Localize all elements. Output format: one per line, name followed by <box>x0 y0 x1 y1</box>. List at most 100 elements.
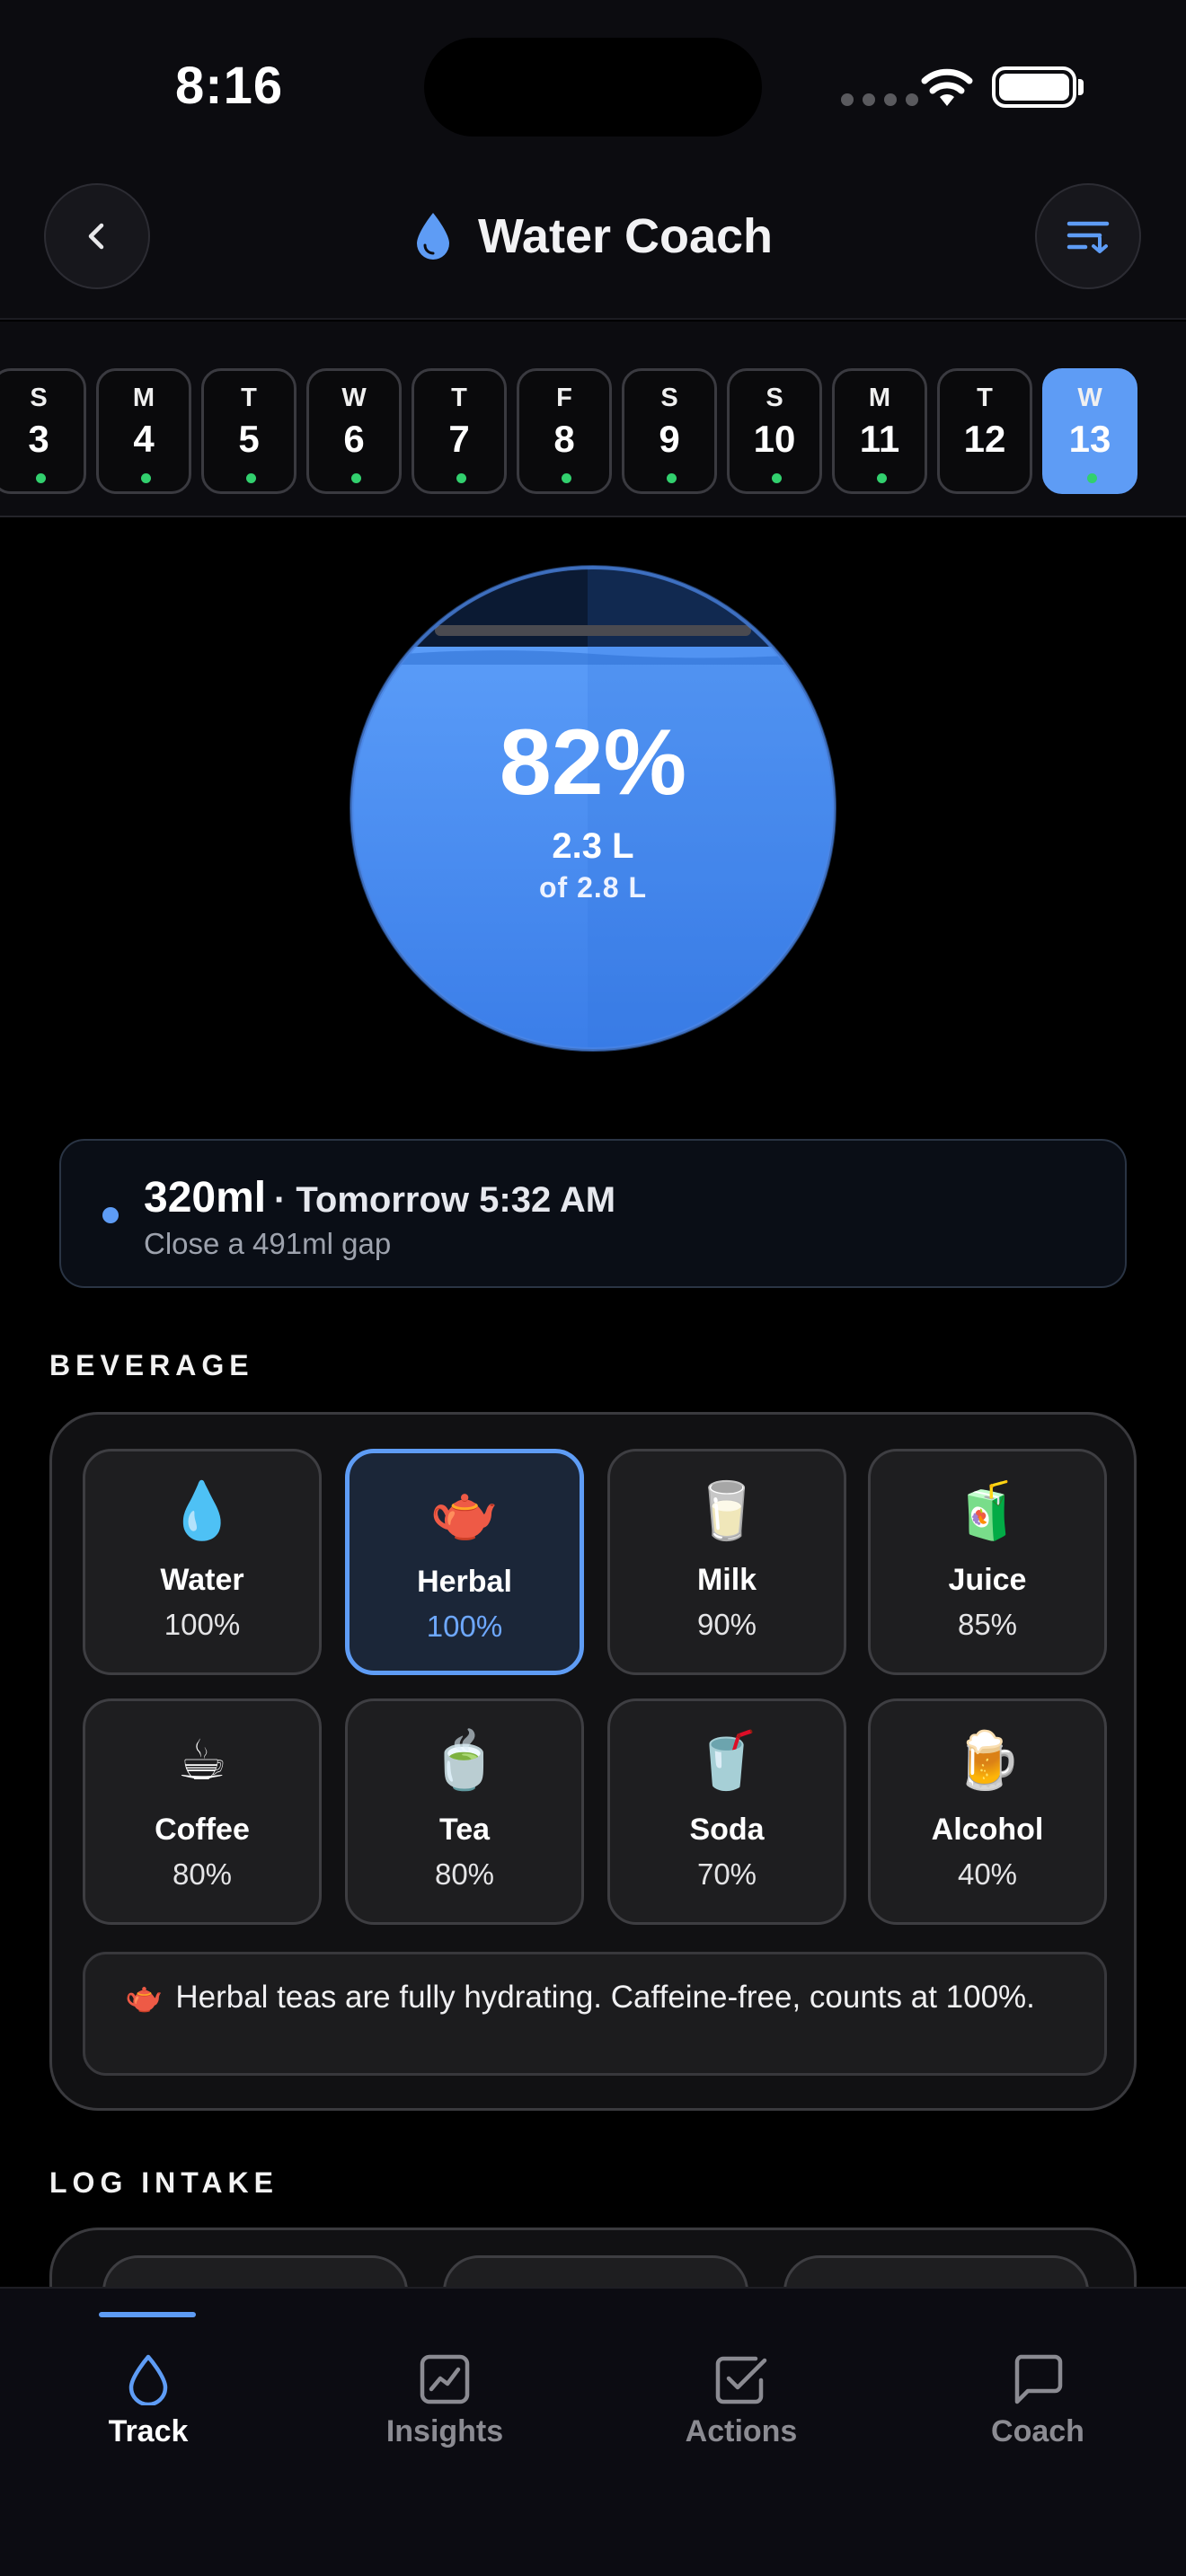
logged-indicator-dot <box>667 473 677 483</box>
tea-icon: 🍵 <box>429 1730 500 1792</box>
header-title-group: Water Coach <box>0 171 1186 302</box>
tab-label: Actions <box>685 2414 798 2448</box>
tab-label: Coach <box>991 2414 1084 2448</box>
date-weekday: F <box>556 384 572 412</box>
beverage-hydration-percent: 80% <box>172 1857 233 1891</box>
date-weekday: T <box>977 384 993 412</box>
tab-label: Insights <box>385 2414 504 2448</box>
logged-indicator-dot <box>141 473 151 483</box>
date-weekday: W <box>1077 384 1102 412</box>
wifi-icon <box>921 68 973 106</box>
date-weekday: T <box>451 384 467 412</box>
juice-icon: 🧃 <box>952 1480 1022 1542</box>
date-weekday: W <box>341 384 367 412</box>
date-number: 13 <box>1068 418 1111 460</box>
date-weekday: S <box>30 384 48 412</box>
beverage-option-water[interactable]: 💧 Water 100% <box>83 1449 322 1675</box>
beverage-hydration-percent: 100% <box>426 1610 503 1643</box>
date-weekday: M <box>868 384 891 412</box>
dynamic-island <box>424 38 762 137</box>
beverage-option-milk[interactable]: 🥛 Milk 90% <box>607 1449 846 1675</box>
beverage-name: Tea <box>438 1813 491 1847</box>
beverage-hydration-percent: 90% <box>696 1608 757 1641</box>
logged-indicator-dot <box>1087 473 1097 483</box>
battery-icon <box>992 66 1076 108</box>
logged-indicator-dot <box>877 473 887 483</box>
beverage-name: Milk <box>696 1563 757 1597</box>
date-chip[interactable]: M4 <box>96 368 191 494</box>
tab-bar: Track Insights Actions Coach <box>0 2287 1186 2576</box>
next-reminder-card[interactable]: 320ml · Tomorrow 5:32 AM Close a 491ml g… <box>59 1139 1127 1288</box>
beverage-name: Water <box>160 1563 244 1597</box>
date-number: 3 <box>28 418 49 460</box>
beverage-name: Herbal <box>417 1565 512 1599</box>
date-number: 11 <box>859 418 900 460</box>
date-chip[interactable]: W6 <box>306 368 402 494</box>
date-chip[interactable]: T7 <box>412 368 507 494</box>
date-weekday: M <box>132 384 155 412</box>
intake-amount: 2.3 L <box>552 826 634 866</box>
date-number: 6 <box>343 418 365 460</box>
beverage-option-alcohol[interactable]: 🍺 Alcohol 40% <box>868 1698 1107 1925</box>
reminder-headline: 320ml · Tomorrow 5:32 AM <box>144 1173 615 1222</box>
date-chip[interactable]: S9 <box>622 368 717 494</box>
date-weekday: T <box>241 384 257 412</box>
date-strip[interactable]: S 3 M 4 T 5 W 6 T 7 F 8 S 9 S 10 M 11 T 12 W 13 <box>0 322 1186 517</box>
tab-actions[interactable]: Actions <box>593 2289 890 2486</box>
logged-indicator-dot <box>772 473 782 483</box>
date-weekday: S <box>660 384 678 412</box>
beverage-option-coffee[interactable]: ☕ Coffee 80% <box>83 1698 322 1925</box>
logged-indicator-dot <box>351 473 361 483</box>
date-number: 9 <box>659 418 680 460</box>
beverage-hydration-percent: 100% <box>164 1608 241 1641</box>
beverage-option-soda[interactable]: 🥤 Soda 70% <box>607 1698 846 1925</box>
reminder-amount: 320ml <box>144 1174 267 1222</box>
beverage-name: Juice <box>948 1563 1027 1597</box>
status-bar: 8:16 <box>0 0 1186 171</box>
filter-list-icon <box>1067 221 1110 253</box>
water-drop-icon <box>416 213 449 260</box>
date-chip[interactable]: T5 <box>201 368 296 494</box>
beverage-hydration-percent: 70% <box>696 1857 757 1891</box>
beverage-name: Alcohol <box>931 1813 1044 1847</box>
chat-icon <box>1014 2354 1063 2404</box>
beverage-tip-text: Herbal teas are fully hydrating. Caffein… <box>175 1980 1035 2015</box>
status-time: 8:16 <box>175 57 284 115</box>
date-chip[interactable]: S3 <box>0 368 86 494</box>
date-chip[interactable]: F8 <box>517 368 612 494</box>
herbal-icon: 🫖 <box>429 1482 500 1544</box>
logged-indicator-dot <box>562 473 571 483</box>
tab-label: Track <box>108 2414 189 2448</box>
app-header: Water Coach <box>0 171 1186 320</box>
coffee-icon: ☕ <box>177 1730 227 1792</box>
filter-menu-button[interactable] <box>1035 183 1141 289</box>
checkbox-icon <box>715 2356 767 2404</box>
date-number: 10 <box>753 418 796 460</box>
reminder-dot <box>102 1207 119 1223</box>
date-chip[interactable]: S 10 <box>727 368 822 494</box>
beverage-option-tea[interactable]: 🍵 Tea 80% <box>345 1698 584 1925</box>
date-number: 4 <box>133 418 155 460</box>
page-title: Water Coach <box>477 209 774 263</box>
beverage-hydration-percent: 85% <box>957 1608 1018 1641</box>
date-chip[interactable]: W 13 <box>1042 368 1137 494</box>
beverage-tip: 🫖 Herbal teas are fully hydrating. Caffei… <box>83 1952 1107 2076</box>
tab-coach[interactable]: Coach <box>890 2289 1186 2486</box>
log-intake-section-label: LOG INTAKE <box>49 2166 279 2199</box>
daily-goal: of 2.8 L <box>538 871 647 904</box>
beverage-name: Coffee <box>155 1813 250 1847</box>
date-number: 7 <box>448 418 470 460</box>
alcohol-icon: 🍺 <box>952 1730 1022 1792</box>
beverage-option-herbal[interactable]: 🫖 Herbal 100% <box>345 1449 584 1675</box>
beverage-hydration-percent: 80% <box>434 1857 495 1891</box>
beverage-section-label: BEVERAGE <box>49 1349 254 1381</box>
date-chip[interactable]: M 11 <box>832 368 927 494</box>
tab-track[interactable]: Track <box>0 2289 296 2486</box>
tab-insights[interactable]: Insights <box>296 2289 593 2486</box>
date-weekday: S <box>766 384 783 412</box>
date-chip[interactable]: T 12 <box>937 368 1032 494</box>
milk-icon: 🥛 <box>692 1480 762 1542</box>
beverage-option-juice[interactable]: 🧃 Juice 85% <box>868 1449 1107 1675</box>
hydration-percent: 82% <box>499 710 687 815</box>
drop-icon <box>128 2354 168 2405</box>
